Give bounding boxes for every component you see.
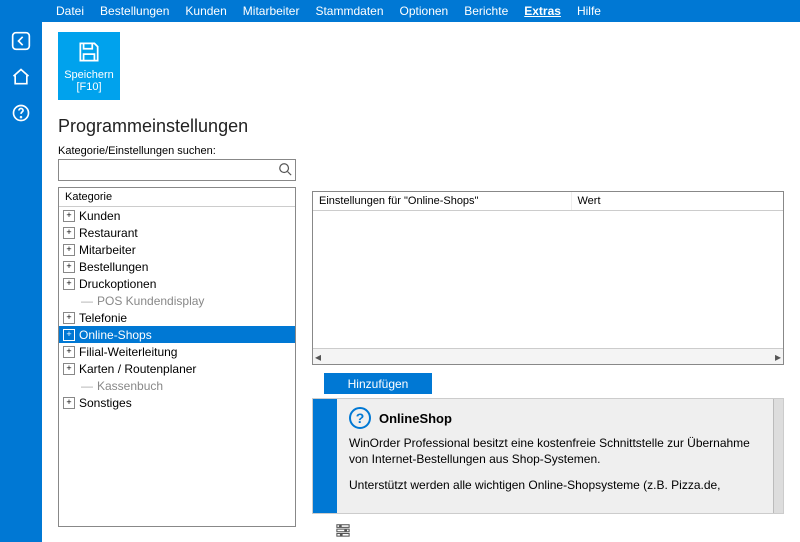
save-shortcut: [F10] (76, 81, 101, 93)
expand-icon[interactable]: + (63, 312, 75, 324)
tree-item-label: Online-Shops (79, 328, 152, 342)
search-label: Kategorie/Einstellungen suchen: (58, 145, 784, 157)
tree-item-mitarbeiter[interactable]: + Mitarbeiter (59, 241, 295, 258)
expand-icon[interactable]: + (63, 346, 75, 358)
category-tree[interactable]: Kategorie + Kunden + Restaurant + Mitarbeiter… (58, 187, 296, 527)
menu-kunden[interactable]: Kunden (185, 4, 226, 18)
grid-col-value: Wert (572, 192, 784, 210)
info-text: WinOrder Professional besitzt eine koste… (349, 435, 761, 494)
menu-bestellungen[interactable]: Bestellungen (100, 4, 169, 18)
expand-icon[interactable]: + (63, 210, 75, 222)
left-rail (0, 0, 42, 542)
scroll-right-icon[interactable]: ▸ (775, 350, 781, 364)
expand-icon[interactable]: + (63, 363, 75, 375)
expand-icon[interactable]: + (63, 261, 75, 273)
save-label: Speichern (64, 69, 114, 81)
tree-item-bestellungen[interactable]: + Bestellungen (59, 258, 295, 275)
scroll-left-icon[interactable]: ◂ (315, 350, 321, 364)
grid-scrollbar[interactable]: ◂ ▸ (313, 348, 783, 364)
menu-hilfe[interactable]: Hilfe (577, 4, 601, 18)
tree-item-label: Karten / Routenplaner (79, 362, 196, 376)
tree-item-restaurant[interactable]: + Restaurant (59, 224, 295, 241)
expand-icon[interactable]: + (63, 227, 75, 239)
tree-item-label: Filial-Weiterleitung (79, 345, 177, 359)
grid-col-settings: Einstellungen für "Online-Shops" (313, 192, 572, 210)
settings-toggle-icon[interactable] (336, 523, 350, 540)
tree-header: Kategorie (59, 188, 295, 207)
tree-item-label: Druckoptionen (79, 277, 156, 291)
tree-item-filial-weiterleitung[interactable]: + Filial-Weiterleitung (59, 343, 295, 360)
home-icon[interactable] (10, 66, 32, 88)
tree-item-label: Kassenbuch (97, 379, 163, 393)
tree-item-label: Restaurant (79, 226, 138, 240)
help-icon[interactable] (10, 102, 32, 124)
save-button[interactable]: Speichern [F10] (58, 32, 120, 100)
menu-datei[interactable]: Datei (56, 4, 84, 18)
expand-icon[interactable]: + (63, 244, 75, 256)
page-title: Programmeinstellungen (58, 116, 784, 137)
info-title: OnlineShop (379, 411, 452, 426)
tree-item-label: Telefonie (79, 311, 127, 325)
menu-extras[interactable]: Extras (524, 4, 561, 18)
menu-berichte[interactable]: Berichte (464, 4, 508, 18)
tree-item-telefonie[interactable]: + Telefonie (59, 309, 295, 326)
info-panel: ? OnlineShop WinOrder Professional besit… (312, 398, 784, 514)
menu-stammdaten[interactable]: Stammdaten (315, 4, 383, 18)
tree-item-label: POS Kundendisplay (97, 294, 204, 308)
expand-icon[interactable]: + (63, 278, 75, 290)
tree-item-label: Sonstiges (79, 396, 132, 410)
tree-item-label: Kunden (79, 209, 120, 223)
menubar: Datei Bestellungen Kunden Mitarbeiter Stammd… (42, 0, 800, 22)
tree-item-label: Mitarbeiter (79, 243, 136, 257)
question-icon: ? (349, 407, 371, 429)
leaf-icon: — (81, 294, 93, 308)
tree-item-pos-kundendisplay[interactable]: — POS Kundendisplay (59, 292, 295, 309)
back-icon[interactable] (10, 30, 32, 52)
leaf-icon: — (81, 379, 93, 393)
tree-item-kunden[interactable]: + Kunden (59, 207, 295, 224)
save-icon (76, 39, 102, 65)
expand-icon[interactable]: + (63, 397, 75, 409)
menu-optionen[interactable]: Optionen (400, 4, 449, 18)
tree-item-sonstiges[interactable]: + Sonstiges (59, 394, 295, 411)
info-accent-bar (313, 399, 337, 513)
expand-icon[interactable]: + (63, 329, 75, 341)
settings-grid: Einstellungen für "Online-Shops" Wert ◂ … (312, 191, 784, 365)
info-scrollbar[interactable] (773, 399, 783, 513)
add-button[interactable]: Hinzufügen (324, 373, 432, 394)
search-input[interactable] (58, 159, 296, 181)
tree-item-label: Bestellungen (79, 260, 148, 274)
tree-item-kassenbuch[interactable]: — Kassenbuch (59, 377, 295, 394)
tree-item-online-shops[interactable]: + Online-Shops (59, 326, 295, 343)
menu-mitarbeiter[interactable]: Mitarbeiter (243, 4, 300, 18)
tree-item-druckoptionen[interactable]: + Druckoptionen (59, 275, 295, 292)
grid-body (313, 211, 783, 348)
tree-item-karten-routenplaner[interactable]: + Karten / Routenplaner (59, 360, 295, 377)
